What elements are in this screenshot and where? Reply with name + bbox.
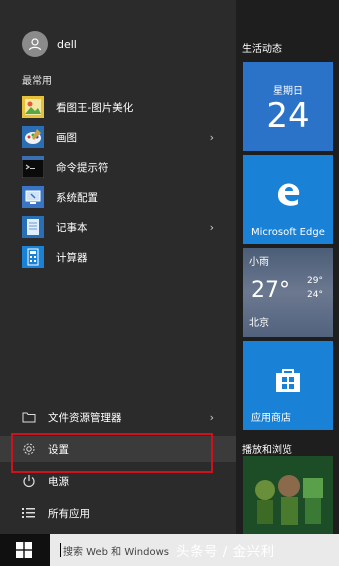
windows-logo-icon [16,542,32,558]
notepad-icon [22,216,44,238]
calendar-day: 星期日 [273,86,303,97]
search-placeholder: 搜索 Web 和 Windows [63,546,169,558]
edge-icon [272,177,304,212]
calendar-tile[interactable]: 星期日 24 [243,62,333,151]
chevron-right-icon[interactable]: › [210,221,214,234]
file-explorer-item[interactable]: 文件资源管理器 › [0,404,236,430]
windows-start-button[interactable] [12,540,36,560]
app-label: 命令提示符 [56,161,109,174]
system-config-icon [22,186,44,208]
weather-location: 北京 [249,318,269,329]
weather-temp: 27° [251,278,290,303]
settings-item[interactable]: 设置 [0,436,236,462]
command-prompt-icon [22,156,44,178]
store-tile[interactable]: 应用商店 [243,341,333,430]
app-item-system-config[interactable]: 系统配置 [0,182,236,212]
chevron-right-icon[interactable]: › [210,131,214,144]
list-icon [22,506,36,520]
group-title-play: 播放和浏览 [242,445,292,456]
start-bottom-list: 文件资源管理器 › 设置 电源 所有应用 [0,404,236,526]
settings-label: 设置 [48,443,69,456]
store-label: 应用商店 [251,413,291,424]
app-item-command-prompt[interactable]: 命令提示符 [0,152,236,182]
weather-condition: 小雨 [249,257,269,268]
weather-low: 24° [307,290,323,300]
most-used-list: 看图王-图片美化 画图 › 命令提示符 系统配置 记事本 › 计算器 [0,92,236,272]
edge-tile[interactable]: Microsoft Edge [243,155,333,244]
app-item-paint[interactable]: 画图 › [0,122,236,152]
start-menu-left-pane: dell 最常用 看图王-图片美化 画图 › 命令提示符 系统配置 记事本 › … [0,0,236,534]
app-label: 计算器 [56,251,88,264]
power-item[interactable]: 电源 [0,468,236,494]
app-item-photo-viewer[interactable]: 看图王-图片美化 [0,92,236,122]
watermark-text: 头条号 / 金兴利 [176,544,275,560]
most-used-heading: 最常用 [22,76,52,87]
user-avatar-icon [22,31,48,57]
photo-viewer-icon [22,96,44,118]
start-menu-tiles: 生活动态 星期日 24 Microsoft Edge 小雨 27° 29° 24… [236,0,339,534]
all-apps-item[interactable]: 所有应用 [0,500,236,526]
weather-tile[interactable]: 小雨 27° 29° 24° 北京 [243,248,333,337]
file-explorer-label: 文件资源管理器 [48,411,122,424]
xbox-characters-image [243,456,333,534]
app-label: 看图王-图片美化 [56,101,134,114]
app-item-notepad[interactable]: 记事本 › [0,212,236,242]
xbox-tile[interactable] [243,456,333,534]
calculator-icon [22,246,44,268]
taskbar: 搜索 Web 和 Windows [0,534,339,566]
store-bag-icon [273,365,303,398]
power-label: 电源 [48,475,69,488]
group-title-life: 生活动态 [242,44,282,55]
calendar-date: 24 [266,96,310,136]
all-apps-label: 所有应用 [48,507,90,520]
app-label: 系统配置 [56,191,98,204]
edge-label: Microsoft Edge [251,227,325,238]
user-name: dell [57,37,77,51]
weather-high: 29° [307,276,323,286]
text-cursor [60,543,61,557]
folder-icon [22,410,36,424]
power-icon [22,474,36,488]
chevron-right-icon[interactable]: › [210,411,214,424]
paint-icon [22,126,44,148]
app-item-calculator[interactable]: 计算器 [0,242,236,272]
user-account[interactable]: dell [22,30,222,58]
app-label: 画图 [56,131,77,144]
gear-icon [22,442,36,456]
app-label: 记事本 [56,221,88,234]
